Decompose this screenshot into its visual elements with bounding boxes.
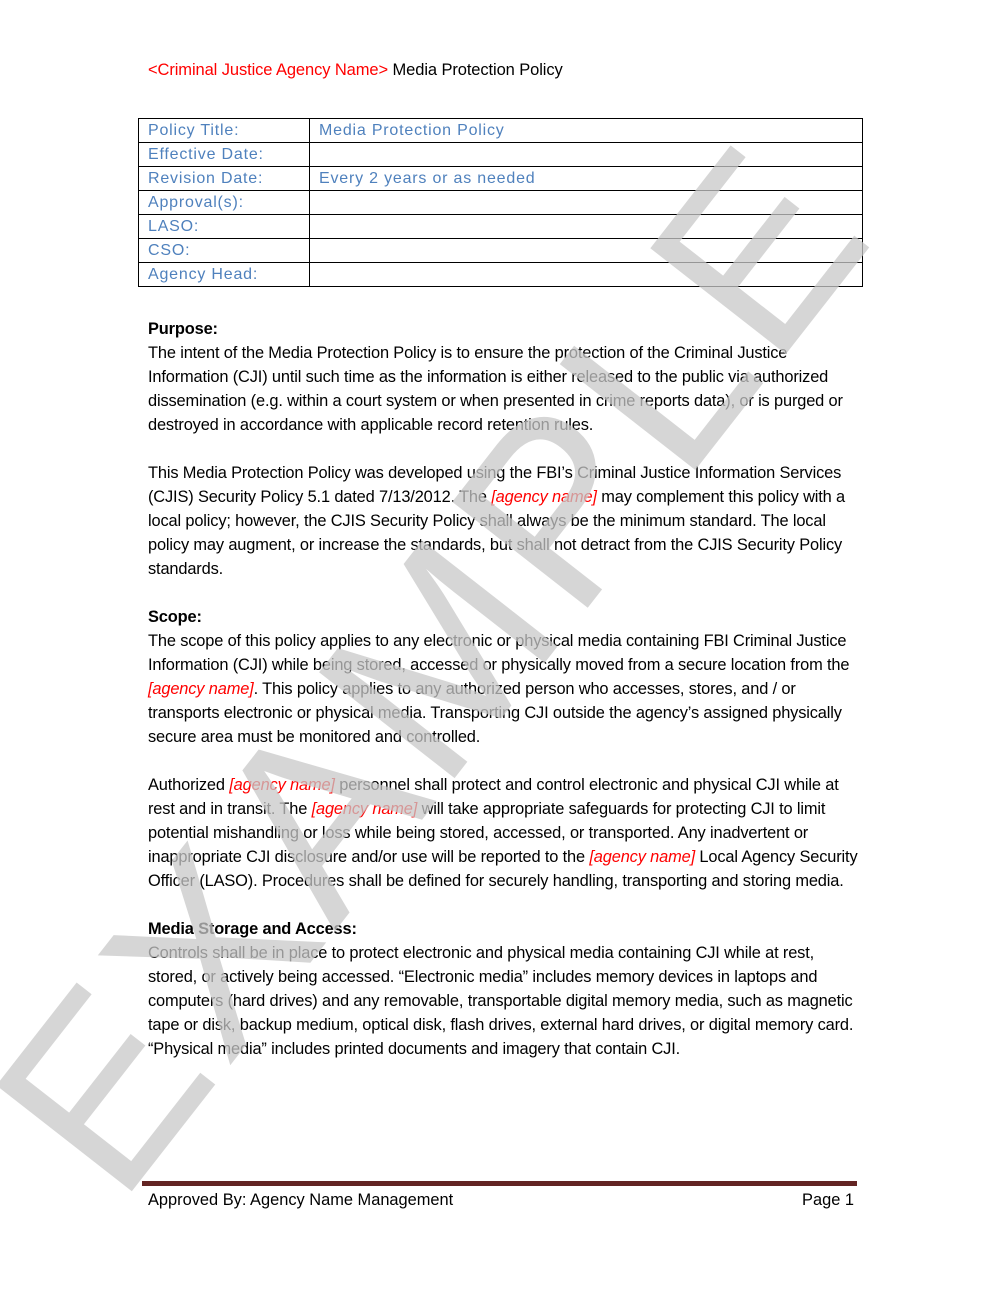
cso-value	[309, 238, 863, 263]
document-title: Media Protection Policy	[388, 61, 563, 79]
table-row: Policy Title: Media Protection Policy	[138, 118, 863, 143]
table-row: CSO:	[138, 238, 863, 263]
agency-name-placeholder: [agency name]	[589, 848, 695, 866]
agency-name-placeholder: [agency name]	[311, 800, 418, 818]
table-row: Effective Date:	[138, 142, 863, 167]
agency-head-value	[309, 262, 863, 287]
effective-date-label: Effective Date:	[138, 142, 310, 167]
purpose-paragraph-2: This Media Protection Policy was develop…	[148, 461, 860, 581]
agency-name-placeholder: [agency name]	[229, 776, 335, 794]
policy-title-value: Media Protection Policy	[309, 118, 863, 143]
revision-date-label: Revision Date:	[138, 166, 310, 191]
table-row: Revision Date: Every 2 years or as neede…	[138, 166, 863, 191]
scope-paragraph-2: Authorized [agency name] personnel shall…	[148, 773, 860, 893]
policy-metadata-table: Policy Title: Media Protection Policy Ef…	[138, 118, 863, 287]
purpose-paragraph-1: The intent of the Media Protection Polic…	[148, 344, 843, 434]
footer-page-number: Page 1	[802, 1191, 854, 1209]
agency-name-placeholder: [agency name]	[491, 488, 597, 506]
effective-date-value	[309, 142, 863, 167]
laso-value	[309, 214, 863, 239]
text-run: Authorized	[148, 776, 230, 794]
footer-approved-by: Approved By: Agency Name Management	[148, 1191, 454, 1209]
table-row: Approval(s):	[138, 190, 863, 215]
purpose-heading: Purpose:	[148, 320, 218, 338]
document-body: Purpose: The intent of the Media Protect…	[148, 317, 860, 1085]
media-storage-heading: Media Storage and Access:	[148, 920, 357, 938]
revision-date-value: Every 2 years or as needed	[309, 166, 863, 191]
approvals-value	[309, 190, 863, 215]
cso-label: CSO:	[138, 238, 310, 263]
document-page: <Criminal Justice Agency Name> Media Pro…	[0, 0, 1000, 1294]
table-row: Agency Head:	[138, 262, 863, 287]
laso-label: LASO:	[138, 214, 310, 239]
table-row: LASO:	[138, 214, 863, 239]
footer-divider	[142, 1181, 857, 1186]
policy-title-label: Policy Title:	[138, 118, 310, 143]
page-header: <Criminal Justice Agency Name> Media Pro…	[148, 61, 563, 80]
approvals-label: Approval(s):	[138, 190, 310, 215]
agency-name-placeholder: <Criminal Justice Agency Name>	[148, 61, 389, 79]
scope-paragraph-1: The scope of this policy applies to any …	[148, 629, 860, 749]
agency-name-placeholder: [agency name]	[148, 680, 254, 698]
scope-heading: Scope:	[148, 608, 202, 626]
media-storage-paragraph-1: Controls shall be in place to protect el…	[148, 944, 854, 1058]
agency-head-label: Agency Head:	[138, 262, 310, 287]
text-run: The scope of this policy applies to any …	[148, 632, 850, 674]
